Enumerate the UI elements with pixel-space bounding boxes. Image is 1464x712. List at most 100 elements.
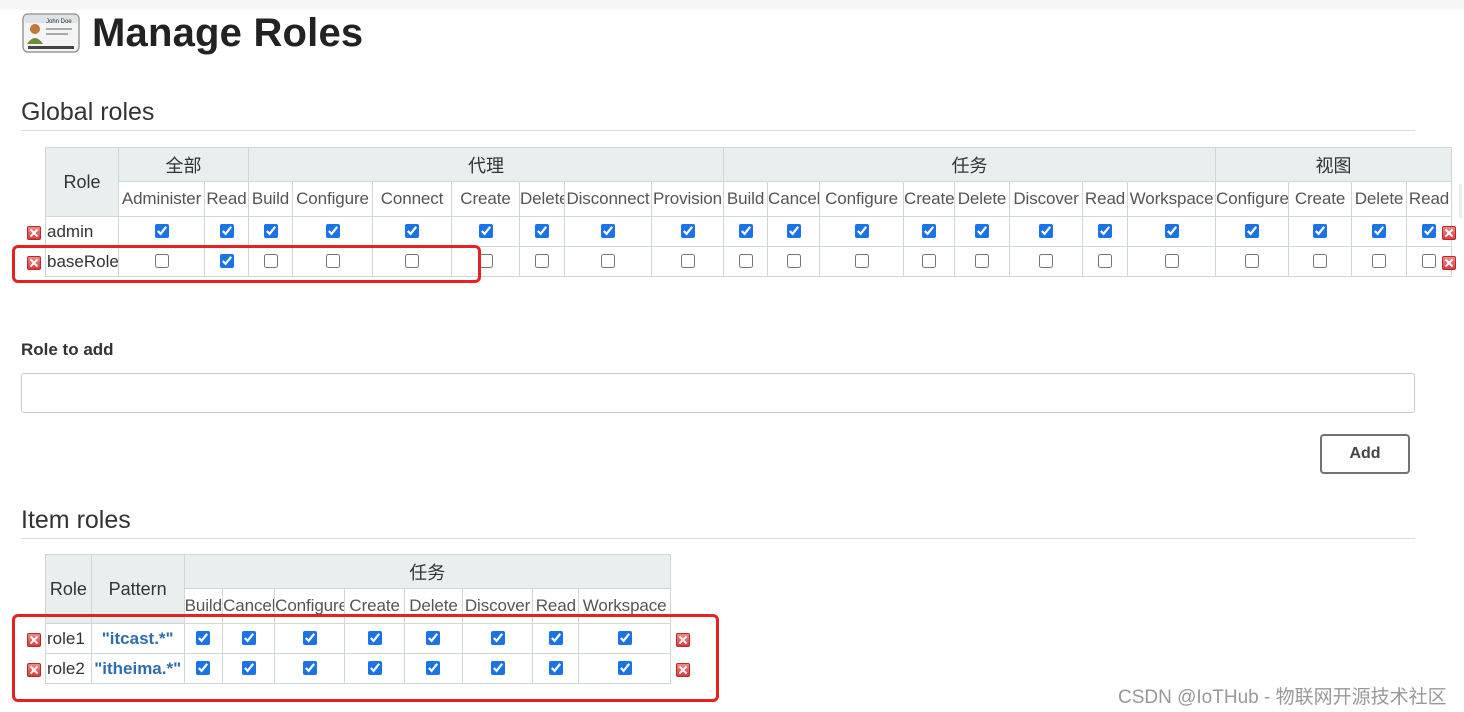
permission-header-administer: Administer: [118, 181, 205, 217]
permission-checkbox-provision[interactable]: [680, 224, 695, 239]
permission-group-header: 全部: [118, 147, 249, 182]
permission-header-create: Create: [451, 181, 520, 217]
permission-checkbox-read[interactable]: [219, 224, 234, 239]
permission-checkbox-configure[interactable]: [325, 224, 340, 239]
permission-cell: [650, 246, 725, 277]
permission-checkbox-connect[interactable]: [405, 224, 419, 239]
permission-checkbox-build[interactable]: [738, 224, 753, 239]
permission-checkbox-workspace[interactable]: [1164, 254, 1179, 269]
permission-header-workspace: Workspace: [1127, 181, 1217, 217]
role-to-add-input[interactable]: [21, 373, 1415, 413]
highlight-item-roles: [12, 614, 719, 702]
permission-group-header: 视图: [1215, 147, 1453, 182]
permission-cell: [1288, 246, 1353, 277]
permission-cell: [954, 246, 1011, 277]
permission-checkbox-create[interactable]: [1313, 254, 1328, 269]
permission-cell: [292, 216, 373, 247]
permission-cell: [564, 216, 652, 247]
permission-checkbox-delete[interactable]: [535, 254, 549, 269]
id-card-icon: John Doe: [22, 13, 80, 53]
permission-checkbox-cancel[interactable]: [786, 254, 801, 269]
scrollbar-thumb[interactable]: [1459, 184, 1462, 218]
permission-header-build: Build: [723, 181, 769, 217]
permission-cell: [1288, 216, 1353, 247]
permission-cell: [767, 216, 821, 247]
permission-header-create: Create: [903, 181, 956, 217]
permission-cell: [248, 216, 293, 247]
permission-header-cancel: Cancel: [767, 181, 821, 217]
permission-header-create: Create: [1288, 181, 1353, 217]
table-row: admin: [45, 216, 1453, 247]
permission-group-header: 任务: [723, 147, 1217, 182]
permission-header-read: Read: [204, 181, 249, 217]
permission-checkbox-create[interactable]: [1313, 224, 1328, 239]
permission-header-configure: Configure: [292, 181, 373, 217]
delete-role-icon-right[interactable]: [1442, 256, 1456, 270]
permission-checkbox-configure[interactable]: [1245, 224, 1260, 239]
permission-checkbox-delete[interactable]: [975, 254, 990, 269]
role-name: admin: [45, 216, 119, 247]
permission-cell: [903, 216, 956, 247]
permission-header-delete: Delete: [1351, 181, 1408, 217]
permission-checkbox-build[interactable]: [738, 254, 753, 269]
permission-cell: [1082, 216, 1129, 247]
permission-checkbox-provision[interactable]: [680, 254, 695, 269]
permission-checkbox-configure[interactable]: [1245, 254, 1260, 269]
permission-cell: [1009, 246, 1084, 277]
permission-checkbox-read[interactable]: [1422, 224, 1437, 239]
permission-checkbox-create[interactable]: [922, 254, 937, 269]
add-role-button[interactable]: Add: [1320, 434, 1410, 474]
permission-cell: [1082, 246, 1129, 277]
permission-checkbox-administer[interactable]: [154, 224, 169, 239]
id-card-name: John Doe: [46, 19, 72, 25]
item-roles-divider: [21, 538, 1415, 539]
permission-header-read: Read: [1082, 181, 1129, 217]
permission-checkbox-read[interactable]: [1098, 224, 1113, 239]
permission-header-read: Read: [1406, 181, 1453, 217]
permission-group-header: 代理: [247, 147, 725, 182]
permission-header-disconnect: Disconnect: [564, 181, 652, 217]
permission-cell: [650, 216, 725, 247]
item-roles-title: Item roles: [21, 506, 131, 534]
permission-cell: [118, 216, 205, 247]
delete-role-icon[interactable]: [27, 226, 41, 240]
permission-checkbox-configure[interactable]: [854, 254, 869, 269]
permission-cell: [451, 216, 520, 247]
permission-checkbox-read[interactable]: [1422, 254, 1437, 269]
permission-checkbox-disconnect[interactable]: [601, 254, 615, 269]
permission-cell: [519, 216, 565, 247]
permission-checkbox-read[interactable]: [1098, 254, 1113, 269]
permission-cell: [954, 216, 1011, 247]
permission-checkbox-build[interactable]: [263, 224, 278, 239]
permission-checkbox-delete[interactable]: [535, 224, 549, 239]
permission-cell: [903, 246, 956, 277]
permission-checkbox-create[interactable]: [478, 224, 493, 239]
permission-cell: [1009, 216, 1084, 247]
permission-checkbox-discover[interactable]: [1039, 224, 1054, 239]
permission-header-delete: Delete: [954, 181, 1011, 217]
role-column-header: Role: [45, 147, 119, 217]
permission-header-configure: Configure: [1215, 181, 1290, 217]
permission-checkbox-cancel[interactable]: [786, 224, 801, 239]
permission-checkbox-workspace[interactable]: [1164, 224, 1179, 239]
permission-header-provision: Provision: [650, 181, 725, 217]
global-roles-divider: [21, 130, 1415, 131]
delete-role-icon-right[interactable]: [1442, 226, 1456, 240]
permission-header-delete: Delete: [519, 181, 565, 217]
permission-checkbox-create[interactable]: [922, 224, 937, 239]
permission-cell: [767, 246, 821, 277]
permission-checkbox-delete[interactable]: [1372, 254, 1387, 269]
permission-checkbox-discover[interactable]: [1039, 254, 1054, 269]
permission-checkbox-delete[interactable]: [975, 224, 990, 239]
permission-cell: [1215, 246, 1290, 277]
permission-header-build: Build: [248, 181, 293, 217]
permission-header-configure: Configure: [819, 181, 905, 217]
permission-cell: [519, 246, 565, 277]
page-title: Manage Roles: [92, 11, 364, 55]
permission-cell: [1127, 216, 1217, 247]
permission-checkbox-configure[interactable]: [854, 224, 869, 239]
permission-cell: [723, 216, 769, 247]
permission-group-header: 任务: [183, 554, 672, 589]
permission-checkbox-delete[interactable]: [1372, 224, 1387, 239]
permission-checkbox-disconnect[interactable]: [601, 224, 615, 239]
